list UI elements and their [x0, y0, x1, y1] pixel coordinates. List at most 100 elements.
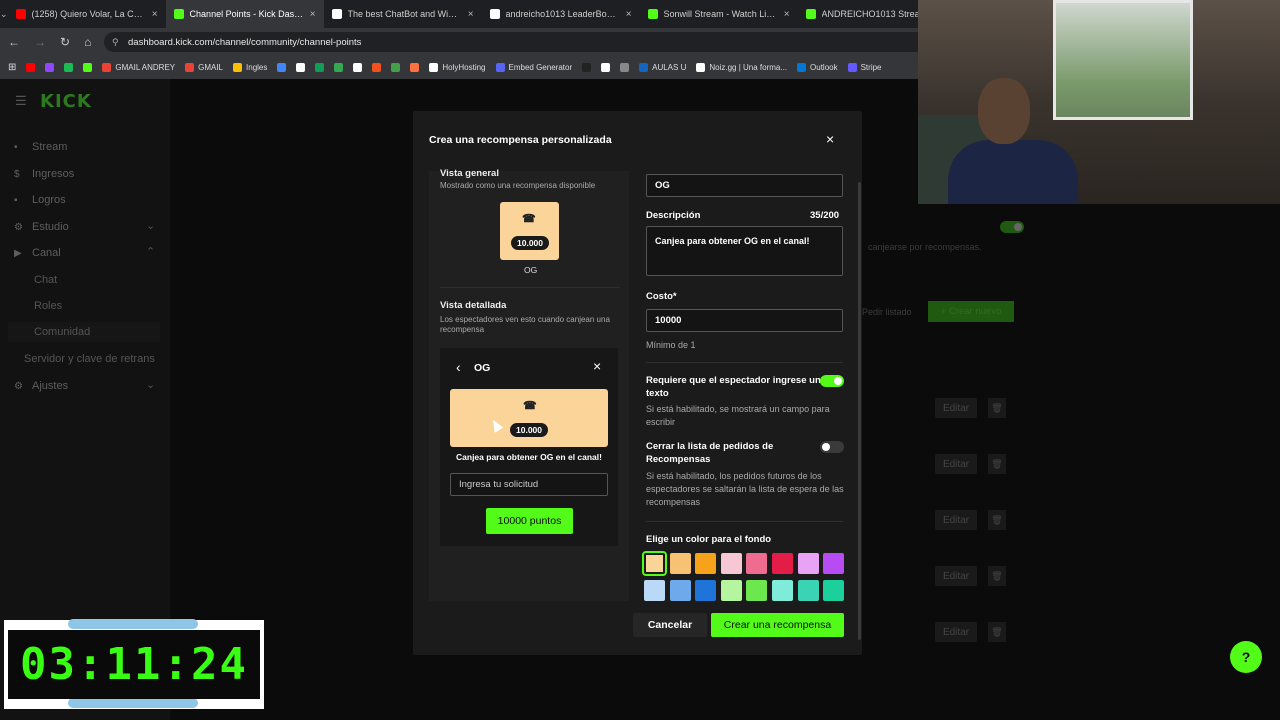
color-swatch[interactable]	[695, 553, 717, 574]
color-swatch[interactable]	[642, 551, 667, 576]
bookmark-15[interactable]: HolyHosting	[429, 62, 486, 72]
modal-scrollbar[interactable]	[858, 182, 861, 640]
back-icon[interactable]: ‹	[456, 359, 461, 375]
bookmark-5[interactable]: GMAIL	[185, 62, 224, 72]
back-icon[interactable]: ←	[8, 35, 20, 49]
bookmark-10[interactable]	[334, 62, 344, 72]
tab-close-icon[interactable]: ×	[784, 9, 790, 20]
bookmark-9[interactable]	[315, 62, 325, 72]
apps-icon[interactable]: ⊞	[8, 62, 16, 73]
description-input[interactable]: Canjea para obtener OG en el canal!	[646, 226, 843, 276]
color-swatch[interactable]	[720, 553, 742, 574]
sidebar-item-chat[interactable]: Chat	[34, 274, 57, 286]
color-swatch[interactable]	[746, 580, 768, 601]
detail-close-icon[interactable]: ×	[593, 358, 601, 374]
bookmark-1[interactable]	[45, 62, 55, 72]
tab-favicon-icon	[331, 9, 342, 19]
description-counter: 35/200	[810, 210, 840, 221]
color-swatch[interactable]	[669, 553, 691, 574]
bookmark-22[interactable]: Outlook	[797, 62, 838, 72]
bg-subtitle: canjearse por recompensas.	[868, 242, 982, 252]
tab-close-icon[interactable]: ×	[468, 9, 474, 20]
chevron-icon[interactable]: ⌄	[146, 378, 155, 391]
tab-close-icon[interactable]: ×	[626, 9, 632, 20]
phone-icon: ☎	[523, 400, 537, 412]
color-swatch[interactable]	[772, 553, 793, 574]
cost-value: 10000	[655, 315, 682, 326]
forward-icon[interactable]: →	[34, 35, 46, 49]
sidebar-item-ajustes[interactable]: ⚙ Ajustes	[14, 380, 68, 392]
redeem-button[interactable]: 10000 puntos	[486, 508, 573, 534]
color-swatch[interactable]	[823, 580, 845, 601]
sidebar-item-roles[interactable]: Roles	[34, 300, 62, 312]
sidebar-item-servidor-y-clave-de-retrans[interactable]: Servidor y clave de retrans	[24, 353, 155, 365]
sidebar-item-logros[interactable]: ▪ Logros	[14, 194, 66, 206]
bookmark-6[interactable]: Ingles	[233, 62, 267, 72]
sidebar-item-stream[interactable]: • Stream	[14, 141, 67, 153]
sidebar-item-estudio[interactable]: ⚙ Estudio	[14, 221, 69, 233]
sidebar-item-ingresos[interactable]: $ Ingresos	[14, 168, 74, 180]
help-icon[interactable]: ?	[1230, 641, 1262, 673]
trash-icon: 🗑	[988, 566, 1006, 586]
bookmark-11[interactable]	[353, 62, 363, 72]
tab-0[interactable]: (1258) Quiero Volar, La Com ×	[8, 0, 166, 28]
bookmark-8[interactable]	[296, 62, 306, 72]
tab-list-button[interactable]: ⌄	[0, 0, 8, 28]
chevron-icon[interactable]: ⌃	[146, 245, 155, 258]
url-field[interactable]: ⚲ dashboard.kick.com/channel/community/ch…	[104, 32, 918, 52]
description-label: Descripción	[646, 210, 701, 221]
sidebar-item-comunidad[interactable]: Comunidad	[8, 322, 160, 342]
chevron-icon[interactable]: ⌄	[146, 219, 155, 232]
require-text-toggle[interactable]	[820, 375, 844, 387]
bookmark-17[interactable]	[582, 62, 592, 72]
kick-logo[interactable]: KICK	[40, 91, 92, 112]
tab-favicon-icon	[173, 9, 184, 19]
sidebar-item-canal[interactable]: ▶ Canal	[14, 247, 61, 259]
color-swatch[interactable]	[720, 580, 742, 601]
tab-4[interactable]: Sonwill Stream - Watch Live on ×	[640, 0, 798, 28]
overview-subtitle: Mostrado como una recompensa disponible	[440, 181, 596, 190]
bookmark-23[interactable]: Stripe	[847, 62, 882, 72]
tab-close-icon[interactable]: ×	[152, 9, 158, 20]
bookmark-14[interactable]	[410, 62, 420, 72]
home-icon[interactable]: ⌂	[84, 35, 91, 49]
tab-3[interactable]: andreicho1013 LeaderBoard | T ×	[482, 0, 640, 28]
tab-close-icon[interactable]: ×	[310, 9, 316, 20]
bookmark-19[interactable]	[620, 62, 630, 72]
color-swatch[interactable]	[823, 553, 845, 574]
color-swatch[interactable]	[797, 580, 819, 601]
cost-input[interactable]: 10000	[646, 309, 843, 332]
color-swatch[interactable]	[695, 580, 717, 601]
menu-icon[interactable]: ☰	[15, 93, 27, 109]
bookmark-13[interactable]	[391, 62, 401, 72]
bookmark-4[interactable]: GMAIL ANDREY	[102, 62, 175, 72]
bookmark-21[interactable]: Noiz.gg | Una forma...	[696, 62, 787, 72]
color-swatch[interactable]	[644, 580, 665, 601]
close-queue-toggle[interactable]	[820, 441, 844, 453]
reward-title-input[interactable]: OG	[646, 174, 843, 197]
request-input[interactable]: Ingresa tu solicitud	[450, 473, 608, 496]
tab-2[interactable]: The best ChatBot and Widgets ×	[324, 0, 482, 28]
bookmark-20[interactable]: AULAS U	[639, 62, 686, 72]
create-reward-button[interactable]: Crear una recompensa	[711, 613, 844, 637]
color-swatch[interactable]	[772, 580, 793, 601]
bookmark-7[interactable]	[277, 62, 287, 72]
bookmark-0[interactable]	[26, 62, 36, 72]
tab-1[interactable]: Channel Points - Kick Dashboa ×	[165, 0, 324, 28]
trash-icon: 🗑	[988, 454, 1006, 474]
site-info-icon[interactable]: ⚲	[112, 37, 119, 48]
bookmark-12[interactable]	[372, 62, 382, 72]
bookmark-3[interactable]	[83, 62, 93, 72]
overview-heading: Vista general	[440, 168, 499, 179]
close-icon[interactable]: ×	[826, 131, 834, 147]
color-swatch[interactable]	[669, 580, 691, 601]
bookmark-2[interactable]	[64, 62, 74, 72]
color-swatch[interactable]	[797, 553, 819, 574]
color-swatch[interactable]	[746, 553, 768, 574]
reload-icon[interactable]: ↻	[60, 35, 70, 49]
bookmark-16[interactable]: Embed Generator	[495, 62, 572, 72]
bookmark-label: GMAIL	[198, 62, 224, 72]
cancel-button[interactable]: Cancelar	[633, 613, 707, 637]
bookmark-18[interactable]	[601, 62, 611, 72]
detail-preview: ‹ OG × ☎ 10.000 Canjea para obtener OG e…	[440, 348, 618, 546]
